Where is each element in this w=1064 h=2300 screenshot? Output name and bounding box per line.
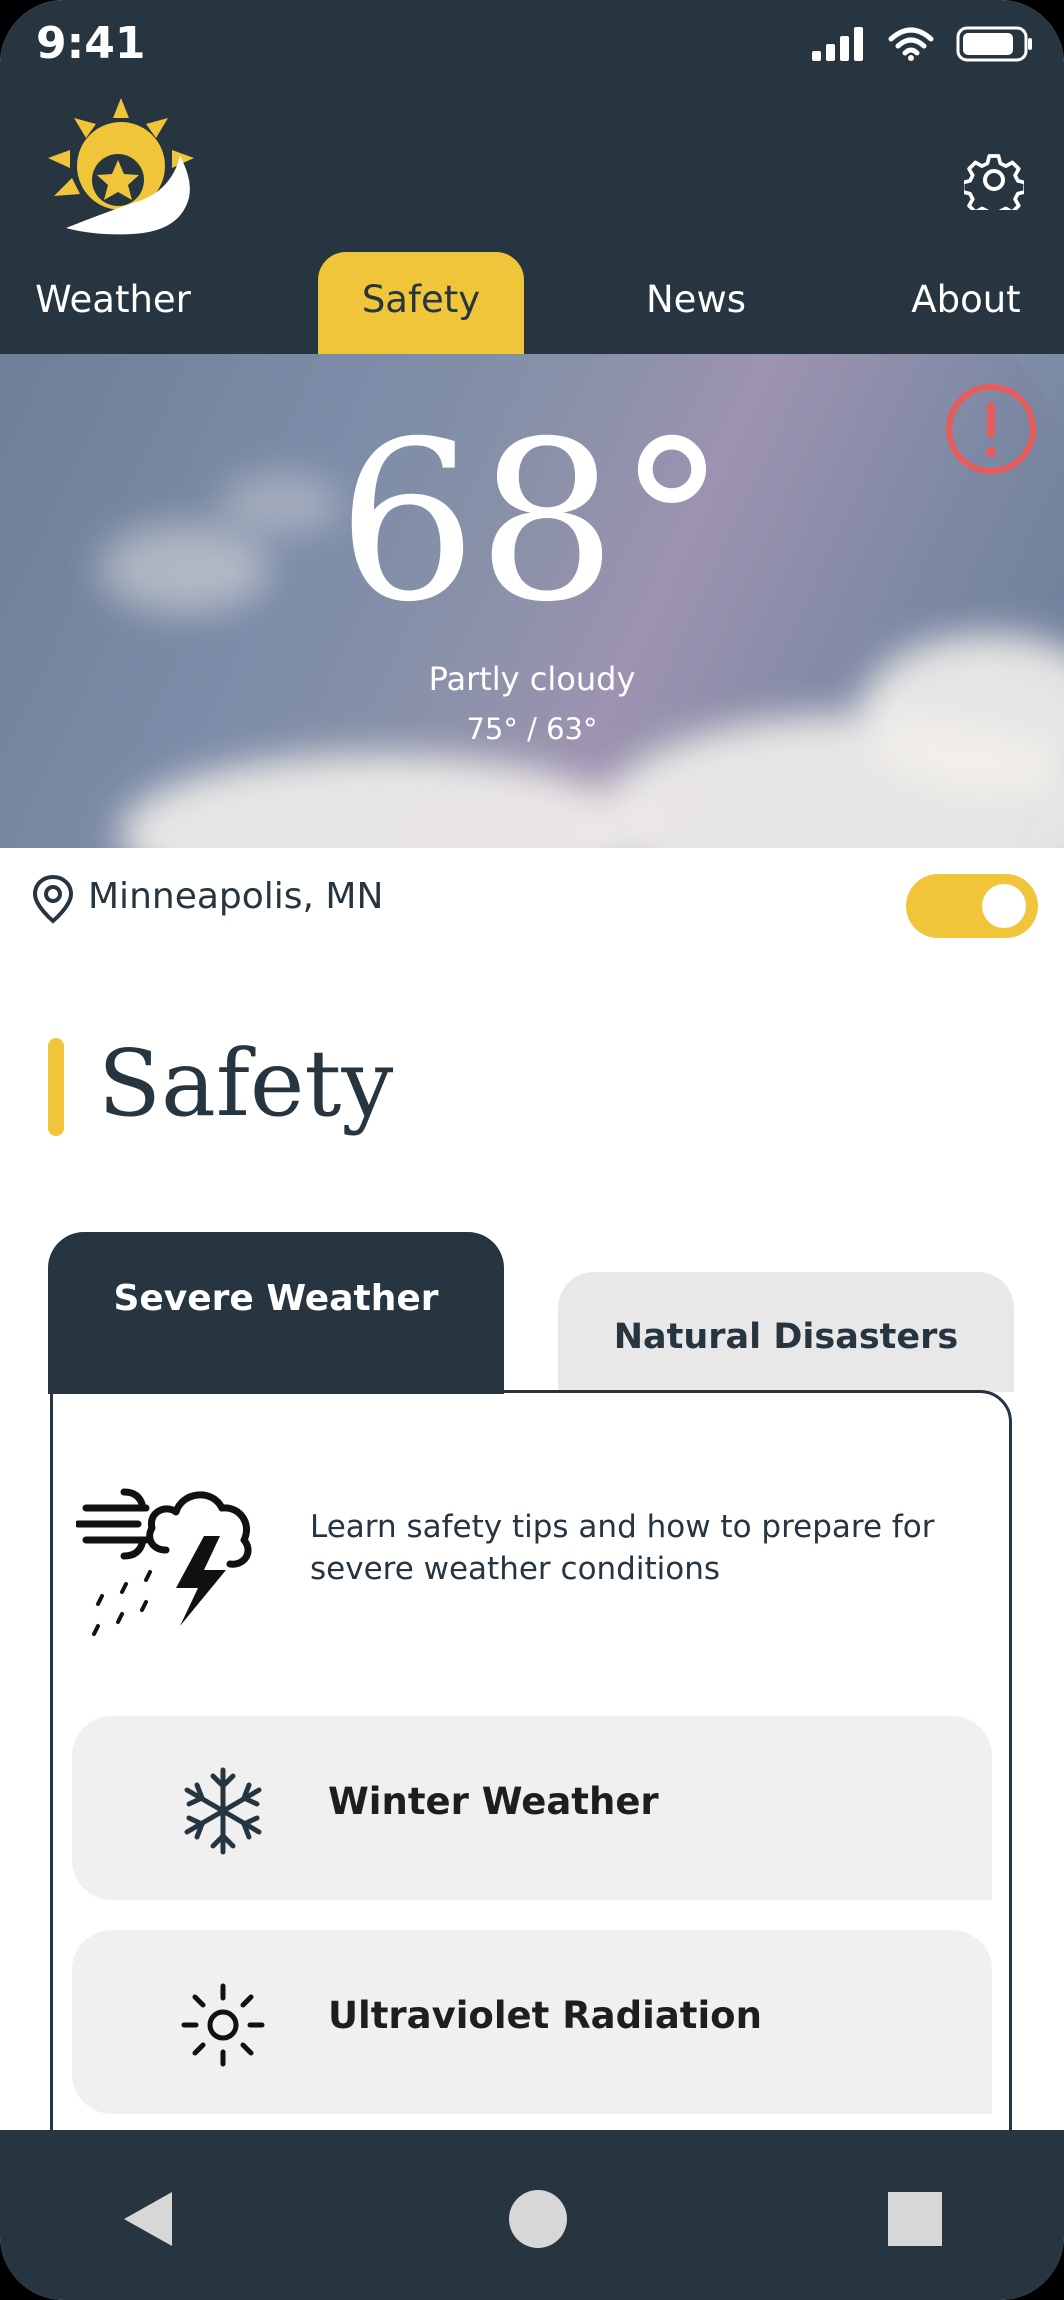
app-header: 9:41 Weather Safety News About bbox=[0, 0, 1064, 354]
page-title: Safety bbox=[98, 1030, 394, 1137]
phone-screen: 9:41 Weather Safety News About 68° Partl… bbox=[0, 0, 1064, 2300]
storm-icon bbox=[76, 1488, 252, 1636]
section-accent-bar bbox=[48, 1038, 64, 1136]
high-low: 75° / 63° bbox=[466, 712, 598, 746]
system-nav-bar bbox=[0, 2130, 1064, 2300]
intro-text: Learn safety tips and how to prepare for… bbox=[310, 1509, 935, 1587]
tab-safety[interactable]: Safety bbox=[318, 252, 524, 354]
back-icon[interactable] bbox=[120, 2190, 176, 2248]
tab-about[interactable]: About bbox=[880, 252, 1052, 354]
battery-icon bbox=[956, 26, 1032, 62]
location-row: Minneapolis, MN bbox=[0, 848, 1064, 948]
location-toggle[interactable] bbox=[906, 874, 1038, 938]
app-logo bbox=[48, 98, 194, 235]
tab-weather[interactable]: Weather bbox=[0, 252, 226, 354]
tab-news[interactable]: News bbox=[600, 252, 792, 354]
item-label: Ultraviolet Radiation bbox=[328, 1994, 762, 2037]
signal-icon bbox=[812, 27, 863, 61]
status-time: 9:41 bbox=[36, 18, 146, 69]
weather-hero: 68° Partly cloudy 75° / 63° bbox=[0, 354, 1064, 848]
status-icons bbox=[812, 26, 1034, 62]
wifi-icon bbox=[888, 27, 934, 61]
toggle-knob bbox=[982, 884, 1026, 928]
main-nav: Weather Safety News About bbox=[0, 252, 1064, 354]
item-label: Winter Weather bbox=[328, 1780, 659, 1823]
list-item-ultraviolet-radiation[interactable]: Ultraviolet Radiation bbox=[72, 1930, 992, 2114]
condition: Partly cloudy bbox=[428, 660, 636, 698]
tab-natural-disasters[interactable]: Natural Disasters bbox=[558, 1272, 1014, 1392]
tab-severe-weather[interactable]: Severe Weather bbox=[48, 1232, 504, 1394]
sun-icon bbox=[181, 1983, 265, 2067]
location-name: Minneapolis, MN bbox=[88, 876, 384, 917]
settings-gear-icon[interactable] bbox=[964, 150, 1024, 210]
location-pin-icon bbox=[32, 874, 74, 924]
snowflake-icon bbox=[184, 1767, 262, 1855]
recent-apps-icon[interactable] bbox=[888, 2192, 942, 2246]
list-item-winter-weather[interactable]: Winter Weather bbox=[72, 1716, 992, 1900]
alert-icon[interactable] bbox=[944, 382, 1038, 476]
temperature: 68° bbox=[337, 394, 727, 650]
home-icon[interactable] bbox=[509, 2190, 567, 2248]
